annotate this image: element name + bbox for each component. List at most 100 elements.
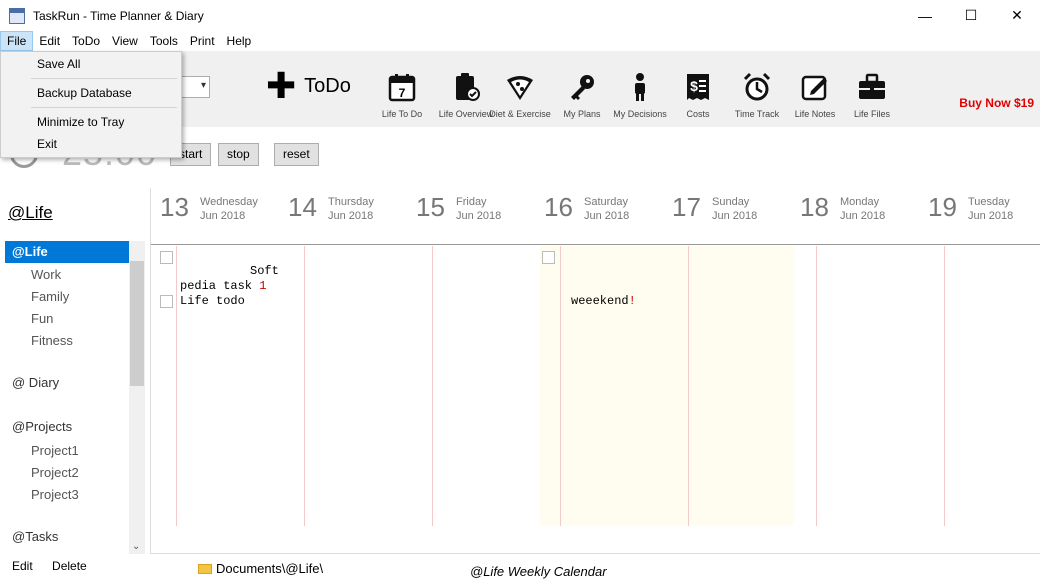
day-number: 17	[672, 192, 701, 222]
menu-file[interactable]: File	[0, 31, 34, 51]
tool-label: Life To Do	[381, 109, 423, 119]
day-name: Friday	[456, 196, 487, 208]
calendar-icon: 7	[386, 71, 418, 103]
tree-scrollbar[interactable]: ⌄	[129, 241, 145, 554]
tool-label: Time Track	[734, 109, 780, 119]
window-title: TaskRun - Time Planner & Diary	[33, 8, 204, 23]
day-month: Jun 2018	[968, 210, 1014, 222]
calendar-header: 13 Wednesday Jun 2018 14 Thursday Jun 20…	[151, 188, 1040, 245]
maximize-button[interactable]: ☐	[948, 0, 994, 31]
clipboard-check-icon	[450, 71, 482, 103]
day-header: 16 Saturday Jun 2018	[535, 190, 663, 240]
tree-item-fun[interactable]: Fun	[5, 308, 129, 330]
tool-label: My Plans	[563, 109, 601, 119]
menu-tools[interactable]: Tools	[144, 31, 184, 51]
timer-stop-button[interactable]: stop	[218, 143, 259, 166]
tool-label: My Decisions	[613, 109, 667, 119]
edit-note-icon	[799, 71, 831, 103]
tool-label: Life Files	[853, 109, 890, 119]
pizza-icon	[504, 71, 536, 103]
window-controls: — ☐ ✕	[902, 0, 1040, 31]
menu-exit[interactable]: Exit	[37, 137, 57, 151]
tree-item-family[interactable]: Family	[5, 286, 129, 308]
person-icon	[624, 71, 656, 103]
menu-separator	[31, 107, 177, 108]
menu-print[interactable]: Print	[184, 31, 221, 51]
menu-todo[interactable]: ToDo	[66, 31, 106, 51]
add-todo-label: ToDo	[304, 74, 351, 97]
menu-view[interactable]: View	[106, 31, 144, 51]
day-column[interactable]	[688, 246, 794, 526]
edit-category-button[interactable]: Edit	[12, 559, 33, 573]
day-number: 19	[928, 192, 957, 222]
calendar-caption: @Life Weekly Calendar	[470, 564, 607, 579]
day-name: Thursday	[328, 196, 374, 208]
tree-item-tasks[interactable]: @Tasks	[5, 526, 129, 548]
tree-item-diary[interactable]: @ Diary	[5, 372, 129, 394]
tree-item-project3[interactable]: Project3	[5, 484, 129, 506]
day-column[interactable]	[816, 246, 944, 526]
chevron-down-icon: ▾	[200, 80, 206, 91]
tool-label: Costs	[686, 109, 710, 119]
note-text[interactable]: Soft	[250, 264, 279, 279]
close-button[interactable]: ✕	[994, 0, 1040, 31]
tree-item-projects[interactable]: @Projects	[5, 416, 129, 438]
folder-path-text: Documents\@Life\	[216, 561, 324, 576]
tool-life-files[interactable]: Life Files	[836, 71, 908, 119]
day-column[interactable]	[560, 246, 688, 526]
plus-icon: ✚	[266, 65, 297, 106]
file-menu-dropdown: Save All Backup Database Minimize to Tra…	[0, 51, 182, 158]
day-column[interactable]	[304, 246, 432, 526]
tool-label: Diet & Exercise	[489, 109, 551, 119]
menu-backup-database[interactable]: Backup Database	[37, 86, 132, 100]
day-month: Jun 2018	[456, 210, 502, 222]
day-name: Saturday	[584, 196, 629, 208]
note-text-part: pedia task	[180, 279, 260, 293]
title-bar: TaskRun - Time Planner & Diary — ☐ ✕	[0, 0, 1040, 31]
weekly-calendar: 13 Wednesday Jun 2018 14 Thursday Jun 20…	[150, 188, 1040, 554]
note-text[interactable]: weeekend!	[571, 294, 636, 309]
todo-checkbox[interactable]	[160, 295, 173, 308]
folder-path[interactable]: Documents\@Life\	[198, 561, 323, 576]
menu-edit[interactable]: Edit	[33, 31, 66, 51]
menu-save-all[interactable]: Save All	[37, 57, 80, 71]
day-name: Monday	[840, 196, 880, 208]
day-header: 18 Monday Jun 2018	[791, 190, 919, 240]
app-icon	[9, 7, 25, 24]
sidebar-title: @Life	[8, 203, 53, 222]
todo-checkbox[interactable]	[160, 251, 173, 264]
weekend-margin	[540, 246, 560, 526]
folder-icon	[198, 563, 212, 574]
day-header: 13 Wednesday Jun 2018	[151, 190, 279, 240]
tool-life-to-do[interactable]: 7 Life To Do	[366, 71, 438, 119]
note-text[interactable]: Life todo	[180, 294, 245, 309]
menu-help[interactable]: Help	[221, 31, 258, 51]
add-todo-button[interactable]: ✚ ToDo	[266, 65, 351, 106]
scrollbar-thumb[interactable]	[130, 261, 144, 386]
day-number: 15	[416, 192, 445, 222]
menu-minimize-to-tray[interactable]: Minimize to Tray	[37, 115, 124, 129]
timer-reset-button[interactable]: reset	[274, 143, 319, 166]
receipt-dollar-icon: $	[682, 71, 714, 103]
key-icon	[566, 71, 598, 103]
day-month: Jun 2018	[200, 210, 246, 222]
note-text-part: weeekend	[571, 294, 629, 308]
tree-item-project2[interactable]: Project2	[5, 462, 129, 484]
day-header: 19 Tuesday Jun 2018	[919, 190, 1040, 240]
delete-category-button[interactable]: Delete	[52, 559, 87, 573]
tree-item-fitness[interactable]: Fitness	[5, 330, 129, 352]
day-name: Tuesday	[968, 196, 1010, 208]
day-number: 16	[544, 192, 573, 222]
buy-now-link[interactable]: Buy Now $19	[959, 96, 1034, 110]
menu-separator	[31, 78, 177, 79]
chevron-down-icon[interactable]: ⌄	[132, 541, 140, 552]
todo-checkbox[interactable]	[542, 251, 555, 264]
day-header: 17 Sunday Jun 2018	[663, 190, 791, 240]
note-text[interactable]: pedia task 1	[180, 279, 266, 294]
minimize-button[interactable]: —	[902, 0, 948, 31]
tree-item-project1[interactable]: Project1	[5, 440, 129, 462]
day-column[interactable]	[944, 246, 1040, 526]
note-number: 1	[259, 279, 267, 293]
tree-item-work[interactable]: Work	[5, 264, 129, 286]
tree-item-life[interactable]: @Life	[5, 241, 129, 263]
